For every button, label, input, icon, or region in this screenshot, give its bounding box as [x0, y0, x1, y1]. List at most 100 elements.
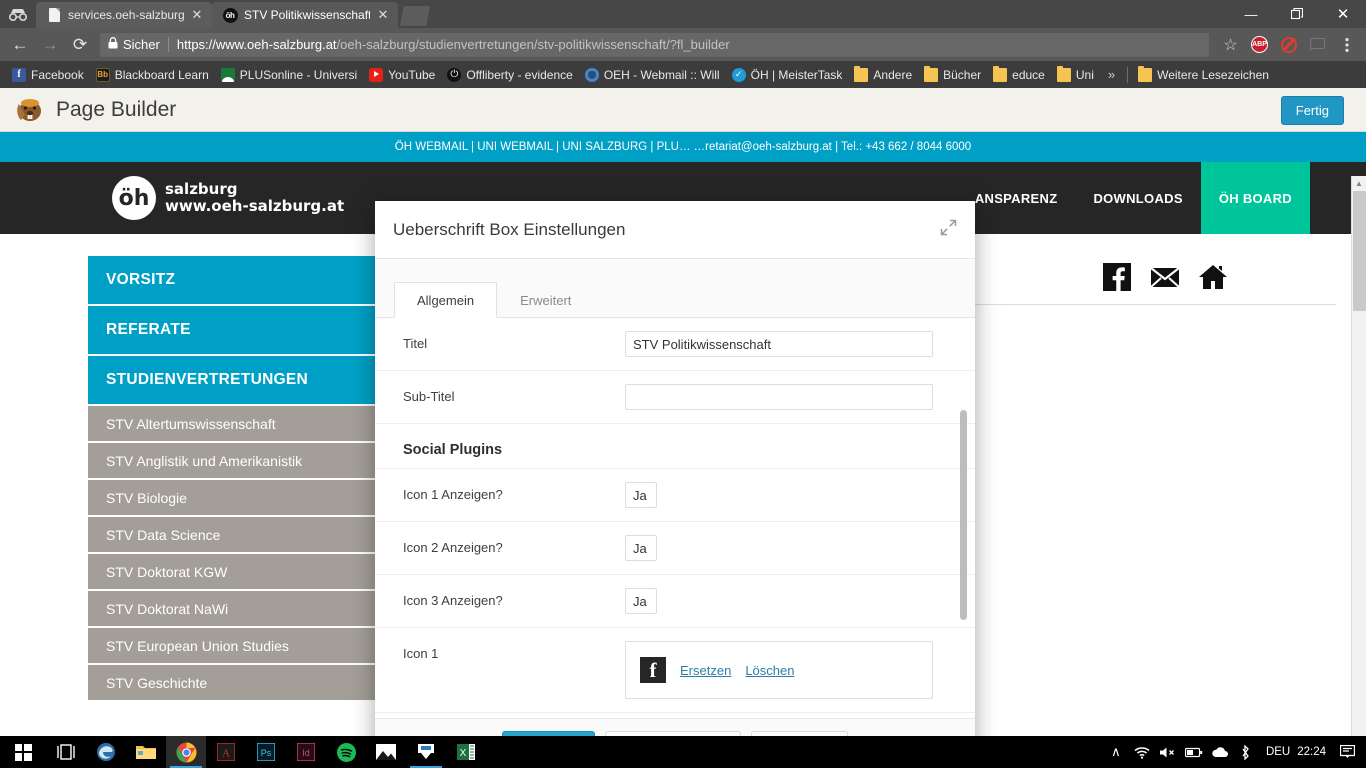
- modal-scrollbar-thumb[interactable]: [960, 410, 967, 620]
- acrobat-icon[interactable]: A: [206, 736, 246, 768]
- tab-strip: services.oeh-salzburg.at ✕ öh STV Politi…: [0, 0, 1366, 28]
- icon3-show-select[interactable]: Ja: [625, 588, 657, 614]
- bookmark-plusonline[interactable]: PLUSonline - Universi: [215, 65, 363, 85]
- sidebar-item-stv-anglistik[interactable]: STV Anglistik und Amerikanistik: [88, 443, 382, 480]
- bookmark-folder-andere[interactable]: Andere: [848, 65, 918, 85]
- noscript-icon[interactable]: [1275, 31, 1302, 58]
- done-button[interactable]: Fertig: [1280, 96, 1344, 125]
- bookmark-label: ÖH | MeisterTask: [750, 67, 843, 82]
- language-indicator[interactable]: DEU: [1259, 746, 1297, 758]
- subtitel-input[interactable]: [625, 384, 933, 410]
- bookmark-folder-buecher[interactable]: Bücher: [918, 65, 987, 85]
- new-tab-button[interactable]: [400, 6, 430, 26]
- field-row-subtitel: Sub-Titel: [375, 371, 975, 424]
- icon1-replace-link[interactable]: Ersetzen: [680, 663, 731, 678]
- tray-expand-icon[interactable]: ∧: [1103, 736, 1129, 768]
- tab-erweitert[interactable]: Erweitert: [497, 282, 594, 318]
- onedrive-icon[interactable]: [1207, 736, 1233, 768]
- bookmark-star-icon[interactable]: ☆: [1217, 31, 1244, 58]
- sidebar-item-stv-european-union-studies[interactable]: STV European Union Studies: [88, 628, 382, 665]
- incognito-icon: [0, 0, 36, 28]
- sidebar-item-stv-geschichte[interactable]: STV Geschichte: [88, 665, 382, 702]
- bookmark-label: Offliberty - evidence: [466, 67, 573, 82]
- page-scrollbar[interactable]: ▲: [1351, 176, 1366, 736]
- expand-diagonal-icon[interactable]: [940, 219, 957, 241]
- nav-item-oeh-board[interactable]: ÖH BOARD: [1200, 162, 1310, 234]
- close-button[interactable]: ✕: [1320, 0, 1366, 28]
- tab-title: STV Politikwissenschaft -: [244, 8, 370, 22]
- maximize-button[interactable]: [1274, 0, 1320, 28]
- sidebar-item-vorsitz[interactable]: VORSITZ: [88, 256, 382, 306]
- modal-form: Titel STV Politikwissenschaft Sub-Titel …: [375, 318, 975, 718]
- minimize-button[interactable]: —: [1228, 0, 1274, 28]
- bookmark-meistertask[interactable]: ✓ ÖH | MeisterTask: [726, 65, 849, 85]
- facebook-icon[interactable]: [1102, 262, 1132, 292]
- excel-icon[interactable]: X: [446, 736, 486, 768]
- spotify-icon[interactable]: [326, 736, 366, 768]
- bookmark-facebook[interactable]: f Facebook: [6, 65, 90, 85]
- nav-item-downloads[interactable]: DOWNLOADS: [1075, 162, 1200, 234]
- icon1-show-select[interactable]: Ja: [625, 482, 657, 508]
- meistertask-icon: ✓: [731, 67, 746, 82]
- sidebar-item-stv-biologie[interactable]: STV Biologie: [88, 480, 382, 517]
- titel-input[interactable]: STV Politikwissenschaft: [625, 331, 933, 357]
- oeh-logo-icon: öh: [112, 176, 156, 220]
- label-icon1-show: Icon 1 Anzeigen?: [403, 487, 503, 502]
- offliberty-icon: ⏻: [447, 67, 462, 82]
- icon1-delete-link[interactable]: Löschen: [745, 663, 794, 678]
- photos-icon[interactable]: [366, 736, 406, 768]
- icon2-show-select[interactable]: Ja: [625, 535, 657, 561]
- svg-text:A: A: [222, 748, 230, 760]
- clock[interactable]: 22:24: [1297, 746, 1334, 758]
- bookmark-label: Blackboard Learn: [114, 67, 209, 82]
- site-topbar: ÖH WEBMAIL | UNI WEBMAIL | UNI SALZBURG …: [0, 132, 1366, 162]
- browser-tab-1[interactable]: services.oeh-salzburg.at ✕: [36, 2, 212, 28]
- wifi-icon[interactable]: [1129, 736, 1155, 768]
- back-icon[interactable]: ←: [6, 31, 34, 59]
- volume-muted-icon[interactable]: [1155, 736, 1181, 768]
- reload-icon[interactable]: ⟳: [66, 31, 94, 59]
- browser-tab-2[interactable]: öh STV Politikwissenschaft - ✕: [212, 2, 398, 28]
- cast-icon[interactable]: [1304, 31, 1331, 58]
- bookmark-folder-educe[interactable]: educe: [987, 65, 1051, 85]
- sidebar-item-referate[interactable]: REFERATE: [88, 306, 382, 356]
- sidebar-item-stv-altertumswissenschaft[interactable]: STV Altertumswissenschaft: [88, 406, 382, 443]
- sidebar-item-stv-doktorat-kgw[interactable]: STV Doktorat KGW: [88, 554, 382, 591]
- bookmark-webmail[interactable]: OEH - Webmail :: Will: [579, 65, 726, 85]
- bookmark-blackboard[interactable]: Bb Blackboard Learn: [90, 65, 215, 85]
- photoshop-icon[interactable]: Ps: [246, 736, 286, 768]
- bookmark-youtube[interactable]: YouTube: [363, 65, 441, 85]
- task-view-icon[interactable]: [46, 736, 86, 768]
- beaver-icon: [14, 95, 46, 125]
- home-icon[interactable]: [1198, 262, 1228, 292]
- svg-text:Id: Id: [302, 748, 310, 758]
- bookmarks-overflow-icon[interactable]: »: [1100, 67, 1123, 82]
- adblock-icon[interactable]: ABP: [1246, 31, 1273, 58]
- sidebar-item-studienvertretungen[interactable]: STUDIENVERTRETUNGEN: [88, 356, 382, 406]
- tab-close-icon[interactable]: ✕: [376, 8, 390, 22]
- bookmark-other-bookmarks[interactable]: Weitere Lesezeichen: [1132, 65, 1275, 85]
- tab-close-icon[interactable]: ✕: [190, 8, 204, 22]
- scroll-up-icon[interactable]: ▲: [1352, 176, 1366, 191]
- battery-icon[interactable]: [1181, 736, 1207, 768]
- file-explorer-icon[interactable]: [126, 736, 166, 768]
- edge-icon[interactable]: [86, 736, 126, 768]
- bluetooth-icon[interactable]: [1233, 736, 1259, 768]
- scrollbar-thumb[interactable]: [1353, 191, 1366, 311]
- tab-allgemein[interactable]: Allgemein: [394, 282, 498, 318]
- windows-taskbar: A Ps Id X ∧ DEU 22:24: [0, 736, 1366, 768]
- start-button[interactable]: [0, 736, 46, 768]
- chrome-menu-icon[interactable]: [1333, 31, 1360, 58]
- chrome-icon[interactable]: [166, 736, 206, 768]
- indesign-icon[interactable]: Id: [286, 736, 326, 768]
- mail-icon[interactable]: [1150, 262, 1180, 292]
- sidebar-item-stv-doktorat-nawi[interactable]: STV Doktorat NaWi: [88, 591, 382, 628]
- bookmark-offliberty[interactable]: ⏻ Offliberty - evidence: [441, 65, 579, 85]
- sidebar-item-stv-data-science[interactable]: STV Data Science: [88, 517, 382, 554]
- address-bar[interactable]: Sicher https://www.oeh-salzburg.at /oeh-…: [100, 32, 1209, 57]
- bookmark-folder-uni[interactable]: Uni: [1051, 65, 1100, 85]
- page-viewport: Page Builder Fertig ÖH WEBMAIL | UNI WEB…: [0, 88, 1366, 736]
- download-icon[interactable]: [406, 736, 446, 768]
- notifications-icon[interactable]: [1334, 736, 1360, 768]
- forward-icon[interactable]: →: [36, 31, 64, 59]
